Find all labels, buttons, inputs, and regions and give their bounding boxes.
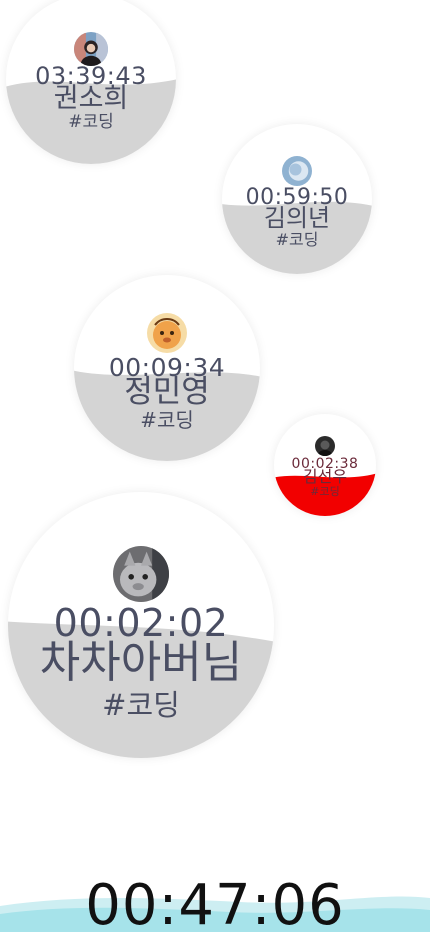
participant-name: 권소희 xyxy=(53,83,129,114)
participant-bubble-2[interactable]: 00:59:50 김의년 #코딩 xyxy=(222,124,372,274)
participant-name: 김선우 xyxy=(302,467,348,486)
cat-photo-icon xyxy=(113,546,169,602)
participant-bubble-1[interactable]: 03:39:43 권소희 #코딩 xyxy=(6,0,176,164)
study-tag: #코딩 xyxy=(310,485,340,498)
participant-name: 정민영 xyxy=(124,374,210,410)
participant-name: 차차아버님 xyxy=(39,637,243,688)
study-tag: #코딩 xyxy=(140,408,194,432)
cartoon-avatar-icon xyxy=(147,313,187,353)
participant-bubble-5[interactable]: 00:02:02 차차아버님 #코딩 xyxy=(8,492,274,758)
study-room-screen: 03:39:43 권소희 #코딩 00:59:50 김의년 #코딩 00:09:… xyxy=(0,0,430,932)
participant-bubble-4[interactable]: 00:02:38 김선우 #코딩 xyxy=(274,414,376,516)
participant-name: 김의년 xyxy=(263,204,331,232)
study-tag: #코딩 xyxy=(68,112,114,132)
study-tag: #코딩 xyxy=(102,688,180,722)
profile-photo-icon xyxy=(282,156,312,186)
profile-photo-icon xyxy=(74,32,108,66)
profile-photo-icon xyxy=(315,436,335,456)
total-study-time: 00:47:06 xyxy=(85,873,345,932)
study-tag: #코딩 xyxy=(275,230,319,249)
participant-bubble-3[interactable]: 00:09:34 정민영 #코딩 xyxy=(74,275,260,461)
